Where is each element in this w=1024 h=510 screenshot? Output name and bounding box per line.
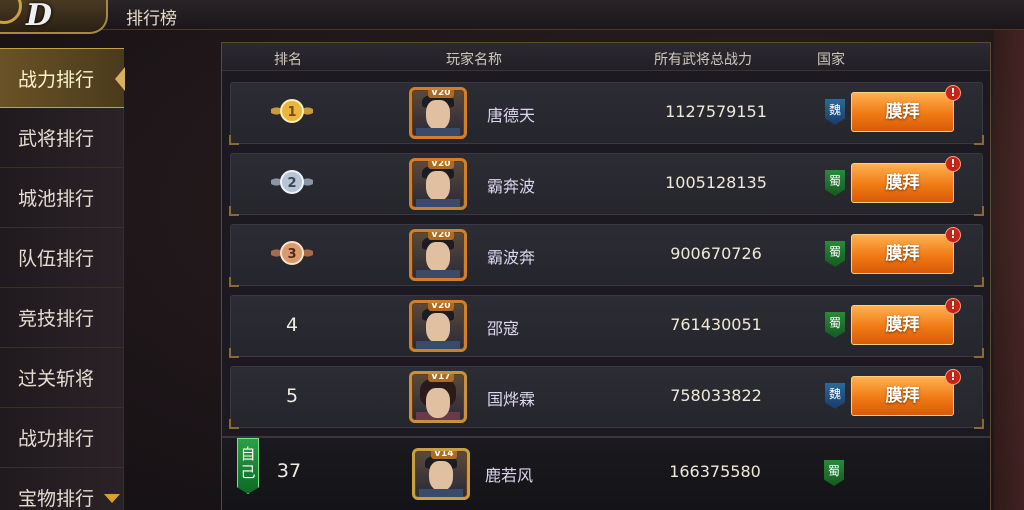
svg-text:2: 2 xyxy=(287,176,296,191)
power-value: 166375580 xyxy=(669,462,761,481)
power-value: 1005128135 xyxy=(665,173,767,192)
country-badge: 蜀 xyxy=(825,170,845,196)
avatar[interactable]: V14 xyxy=(412,448,470,500)
power-value: 900670726 xyxy=(670,244,762,263)
alert-icon: ! xyxy=(945,298,961,314)
table-row: 4 V20 邵寇 761430051 蜀 膜拜 ! xyxy=(229,295,984,358)
country-badge: 魏 xyxy=(825,383,845,409)
back-button[interactable]: D xyxy=(0,0,108,34)
player-name[interactable]: 邵寇 xyxy=(487,315,519,339)
silver-medal-icon: 2 xyxy=(271,170,313,194)
self-badge: 自己 xyxy=(237,438,259,494)
header-country: 国家 xyxy=(817,52,845,68)
player-name[interactable]: 霸波奔 xyxy=(487,244,535,268)
back-arrow-icon: D xyxy=(26,0,53,33)
power-value: 1127579151 xyxy=(665,102,767,121)
rank-number: 4 xyxy=(285,314,299,336)
sidebar-item-arena-rank[interactable]: 竞技排行 xyxy=(0,288,124,348)
worship-button[interactable]: 膜拜 ! xyxy=(851,298,961,345)
vip-badge: V20 xyxy=(428,303,454,311)
player-name[interactable]: 鹿若风 xyxy=(485,462,533,486)
sidebar-item-label: 战功排行 xyxy=(18,428,95,450)
player-name[interactable]: 国烨霖 xyxy=(487,386,535,410)
emblem-ring-icon xyxy=(0,0,22,24)
header-rank: 排名 xyxy=(274,52,302,68)
bronze-medal-icon: 3 xyxy=(271,241,313,265)
alert-icon: ! xyxy=(945,85,961,101)
player-name[interactable]: 霸奔波 xyxy=(487,173,535,197)
sidebar-item-city-rank[interactable]: 城池排行 xyxy=(0,168,124,228)
vip-badge: V14 xyxy=(431,451,457,459)
sidebar-item-team-rank[interactable]: 队伍排行 xyxy=(0,228,124,288)
worship-button[interactable]: 膜拜 ! xyxy=(851,156,961,203)
avatar[interactable]: V20 xyxy=(409,300,467,352)
svg-text:3: 3 xyxy=(287,247,296,262)
chevron-down-icon[interactable] xyxy=(104,494,120,503)
top-bar: D 排行榜 xyxy=(0,0,1024,34)
country-badge: 蜀 xyxy=(824,460,844,486)
sidebar: 战力排行 武将排行 城池排行 队伍排行 竞技排行 过关斩将 战功排行 宝物排行 xyxy=(0,48,125,510)
vip-badge: V20 xyxy=(428,232,454,240)
background-decoration xyxy=(994,30,1024,510)
worship-button[interactable]: 膜拜 ! xyxy=(851,227,961,274)
alert-icon: ! xyxy=(945,369,961,385)
table-row: 3 V20 霸波奔 900670726 蜀 膜拜 ! xyxy=(229,224,984,287)
avatar[interactable]: V20 xyxy=(409,229,467,281)
table-header: 排名 玩家名称 所有武将总战力 国家 xyxy=(222,43,990,71)
vip-badge: V20 xyxy=(428,90,454,98)
svg-text:1: 1 xyxy=(287,105,296,120)
table-row: 5 V17 国烨霖 758033822 魏 膜拜 ! xyxy=(229,366,984,429)
sidebar-item-label: 武将排行 xyxy=(18,128,95,150)
sidebar-item-treasure-rank[interactable]: 宝物排行 xyxy=(0,468,124,510)
sidebar-item-label: 战力排行 xyxy=(18,68,95,91)
worship-button[interactable]: 膜拜 ! xyxy=(851,369,961,416)
worship-button[interactable]: 膜拜 ! xyxy=(851,85,961,132)
vip-badge: V20 xyxy=(428,161,454,169)
vip-badge: V17 xyxy=(428,374,454,382)
gold-medal-icon: 1 xyxy=(271,99,313,123)
sidebar-item-power-rank[interactable]: 战力排行 xyxy=(0,48,125,108)
power-value: 761430051 xyxy=(670,315,762,334)
avatar[interactable]: V17 xyxy=(409,371,467,423)
header-power: 所有武将总战力 xyxy=(654,52,752,68)
table-row: 2 V20 霸奔波 1005128135 蜀 膜拜 ! xyxy=(229,153,984,216)
rank-number: 5 xyxy=(285,385,299,407)
avatar[interactable]: V20 xyxy=(409,158,467,210)
header-player: 玩家名称 xyxy=(446,52,502,68)
country-badge: 魏 xyxy=(825,99,845,125)
alert-icon: ! xyxy=(945,227,961,243)
sidebar-item-label: 队伍排行 xyxy=(18,248,95,270)
rank-number: 37 xyxy=(276,460,302,482)
ranking-panel: 排名 玩家名称 所有武将总战力 国家 1 V20 唐德天 1127579151 … xyxy=(221,42,991,510)
player-name[interactable]: 唐德天 xyxy=(487,102,535,126)
sidebar-item-label: 宝物排行 xyxy=(18,488,95,510)
alert-icon: ! xyxy=(945,156,961,172)
country-badge: 蜀 xyxy=(825,312,845,338)
country-badge: 蜀 xyxy=(825,241,845,267)
sidebar-item-label: 城池排行 xyxy=(18,188,95,210)
sidebar-item-label: 竞技排行 xyxy=(18,308,95,330)
sidebar-item-stage-rank[interactable]: 过关斩将 xyxy=(0,348,124,408)
self-rank-row: 自己 37 V14 鹿若风 166375580 蜀 xyxy=(222,436,990,510)
table-row: 1 V20 唐德天 1127579151 魏 膜拜 ! xyxy=(229,82,984,145)
sidebar-item-general-rank[interactable]: 武将排行 xyxy=(0,108,124,168)
power-value: 758033822 xyxy=(670,386,762,405)
active-pointer-icon xyxy=(115,67,125,91)
page-title: 排行榜 xyxy=(126,9,177,29)
sidebar-item-merit-rank[interactable]: 战功排行 xyxy=(0,408,124,468)
avatar[interactable]: V20 xyxy=(409,87,467,139)
sidebar-item-label: 过关斩将 xyxy=(18,368,95,390)
